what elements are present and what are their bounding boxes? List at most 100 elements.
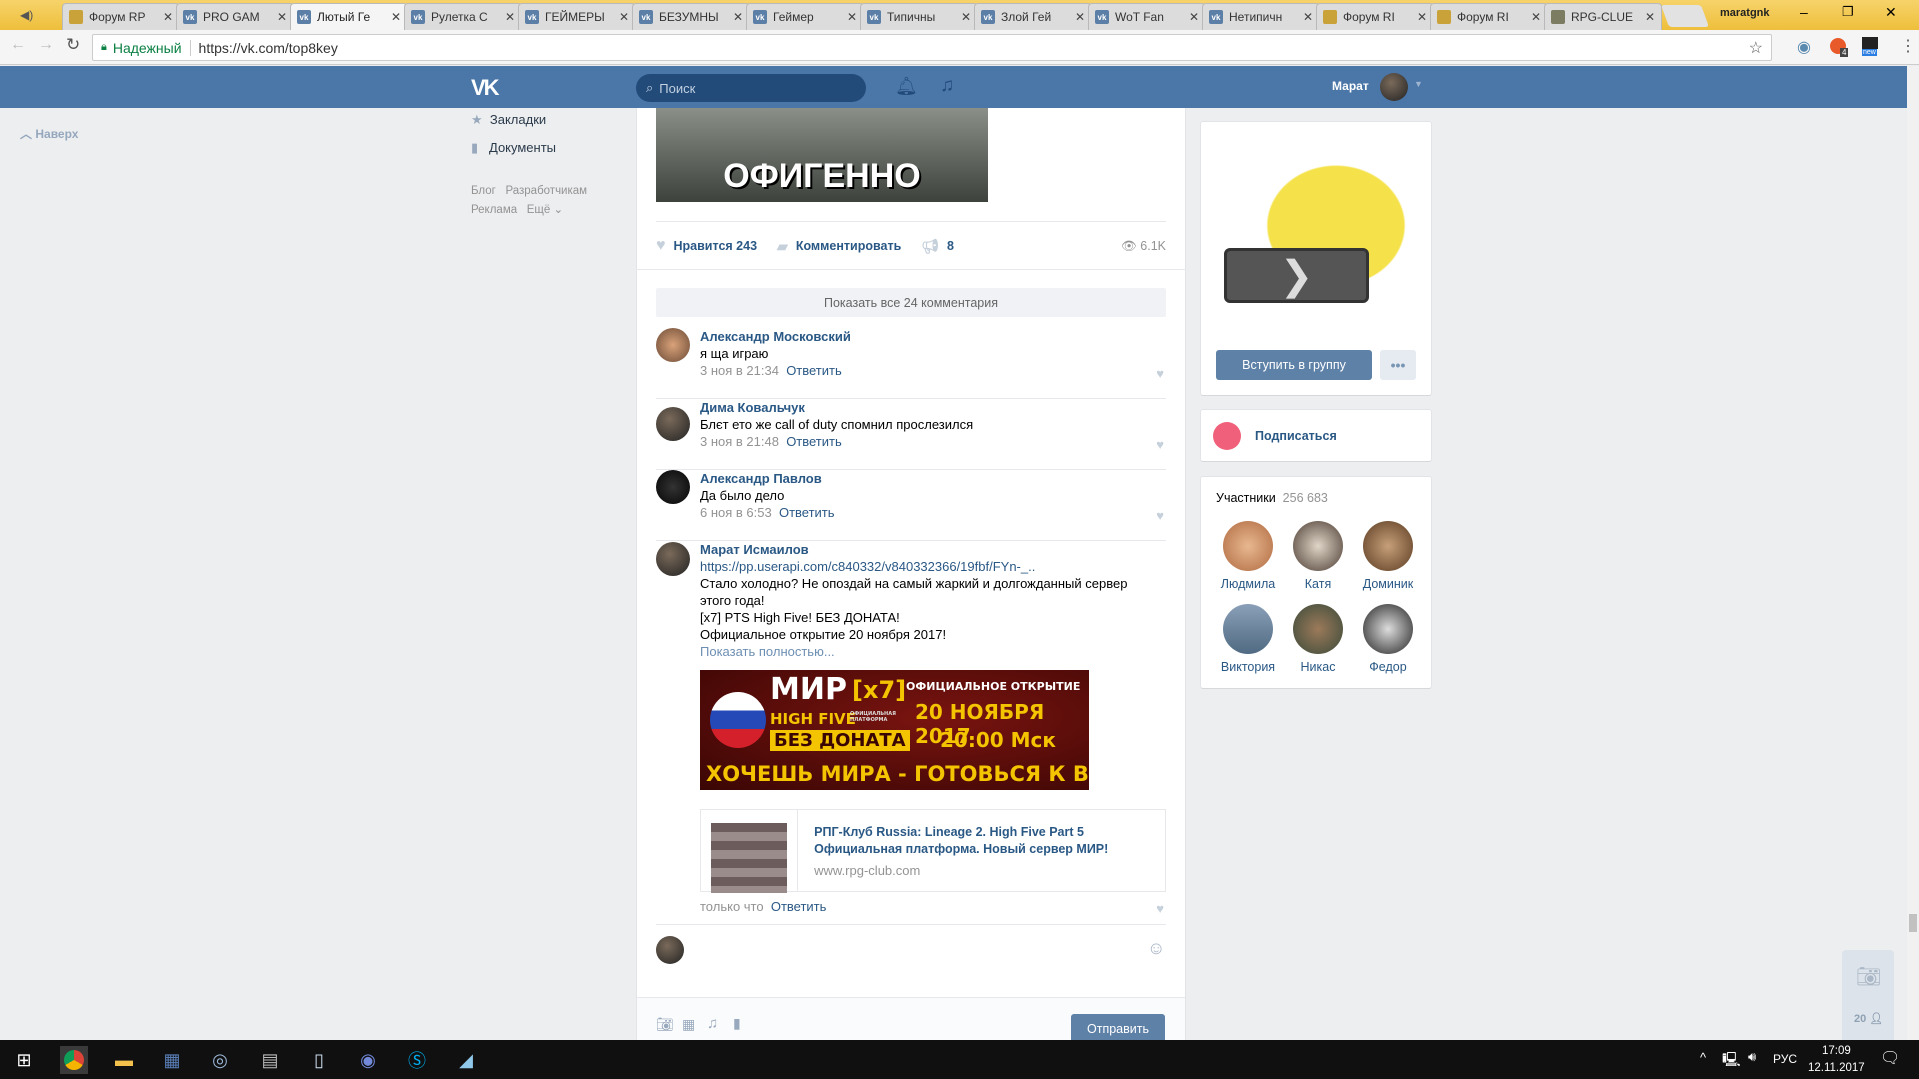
share-button[interactable]: 📢︎ 8 bbox=[921, 238, 954, 255]
browser-tab[interactable]: vk PRO GAM ✕ bbox=[176, 3, 294, 30]
reply-link[interactable]: Ответить bbox=[786, 363, 842, 378]
forward-icon[interactable]: → bbox=[38, 36, 54, 54]
url-text[interactable]: https://vk.com/top8key bbox=[199, 40, 338, 56]
comment-like-icon[interactable]: ♥ bbox=[1156, 508, 1164, 523]
network-icon[interactable]: 🖳︎ bbox=[1722, 1049, 1741, 1073]
browser-tab[interactable]: vk Злой Гей ✕ bbox=[974, 3, 1092, 30]
clock[interactable]: 17:09 12.11.2017 bbox=[1808, 1043, 1865, 1077]
browser-tab[interactable]: vk Рулетка С ✕ bbox=[404, 3, 522, 30]
browser-tab[interactable]: Форум RP ✕ bbox=[62, 3, 180, 30]
comment-author[interactable]: Александр Павлов bbox=[700, 470, 1166, 487]
comment-input[interactable] bbox=[700, 930, 1140, 990]
bookmark-star-icon[interactable]: ☆ bbox=[1749, 38, 1763, 58]
comment-avatar[interactable] bbox=[656, 407, 690, 441]
reply-link[interactable]: Ответить bbox=[786, 434, 842, 449]
music-icon[interactable]: ♫ bbox=[940, 75, 954, 97]
comment-avatar[interactable] bbox=[656, 328, 690, 362]
browser-tab[interactable]: Форум RI ✕ bbox=[1430, 3, 1548, 30]
tray-chevron-icon[interactable]: ^ bbox=[1700, 1050, 1706, 1065]
comment-author[interactable]: Дима Ковальчук bbox=[700, 399, 1166, 416]
camera-icon[interactable]: 📷︎ bbox=[656, 1016, 674, 1033]
comment-date[interactable]: только что bbox=[700, 899, 764, 914]
close-window-button[interactable]: ✕ bbox=[1885, 4, 1897, 21]
subscribe-card[interactable]: Подписаться bbox=[1201, 410, 1431, 461]
comment-button[interactable]: ▰ Комментировать bbox=[777, 238, 901, 255]
user-name[interactable]: Марат bbox=[1332, 79, 1369, 93]
back-icon[interactable]: ← bbox=[10, 36, 26, 54]
reply-link[interactable]: Ответить bbox=[771, 899, 827, 914]
browser-tab[interactable]: RPG-CLUE ✕ bbox=[1544, 3, 1662, 30]
member[interactable]: Виктория bbox=[1213, 604, 1283, 674]
tab-close-icon[interactable]: ✕ bbox=[1531, 10, 1541, 24]
tab-close-icon[interactable]: ✕ bbox=[733, 10, 743, 24]
link-card-title[interactable]: РПГ-Клуб Russia: Lineage 2. High Five Pa… bbox=[814, 824, 1149, 858]
footer-more[interactable]: Ещё bbox=[527, 204, 551, 216]
tab-close-icon[interactable]: ✕ bbox=[505, 10, 515, 24]
browser-tab[interactable]: Форум RI ✕ bbox=[1316, 3, 1434, 30]
back-to-top-link[interactable]: ︿ Наверх bbox=[20, 125, 78, 142]
tab-audio-icon[interactable]: ◀) bbox=[20, 8, 33, 22]
tab-close-icon[interactable]: ✕ bbox=[961, 10, 971, 24]
discord-icon[interactable]: ◉ bbox=[354, 1046, 382, 1074]
windows-start-icon[interactable]: ⊞ bbox=[10, 1046, 38, 1074]
volume-icon[interactable]: 🔊︎ bbox=[1748, 1049, 1756, 1065]
language-indicator[interactable]: РУС bbox=[1773, 1052, 1797, 1066]
comment-like-icon[interactable]: ♥ bbox=[1156, 901, 1164, 916]
comment-like-icon[interactable]: ♥ bbox=[1156, 437, 1164, 452]
app-icon[interactable]: ◢ bbox=[452, 1046, 480, 1074]
tab-close-icon[interactable]: ✕ bbox=[1303, 10, 1313, 24]
tab-close-icon[interactable]: ✕ bbox=[1417, 10, 1427, 24]
chevron-down-icon[interactable]: ▼ bbox=[1414, 79, 1423, 89]
member[interactable]: Людмила bbox=[1213, 521, 1283, 591]
member[interactable]: Доминик bbox=[1353, 521, 1423, 591]
reply-link[interactable]: Ответить bbox=[779, 505, 835, 520]
comment-author[interactable]: Марат Исмаилов bbox=[700, 541, 1150, 558]
menu-dots-icon[interactable]: ⋮ bbox=[1900, 36, 1916, 56]
group-avatar[interactable]: ❯ bbox=[1216, 140, 1416, 330]
tab-close-icon[interactable]: ✕ bbox=[619, 10, 629, 24]
minimize-button[interactable]: – bbox=[1800, 4, 1808, 20]
chrome-icon[interactable] bbox=[60, 1046, 88, 1074]
comment-avatar[interactable] bbox=[656, 470, 690, 504]
member[interactable]: Федор bbox=[1353, 604, 1423, 674]
steam-icon[interactable]: ◎ bbox=[206, 1046, 234, 1074]
comment-date[interactable]: 3 ноя в 21:48 bbox=[700, 434, 779, 449]
comment-avatar[interactable] bbox=[656, 542, 690, 576]
action-center-icon[interactable]: 🗨︎ bbox=[1880, 1048, 1900, 1068]
video-icon[interactable]: ▦ bbox=[682, 1016, 695, 1033]
link-card[interactable]: РПГ-Клуб Russia: Lineage 2. High Five Pa… bbox=[700, 809, 1166, 893]
user-avatar[interactable] bbox=[1380, 73, 1408, 101]
members-header[interactable]: Участники 256 683 bbox=[1216, 491, 1328, 505]
notifications-bell-icon[interactable]: 🔔︎ bbox=[895, 76, 918, 97]
reload-icon[interactable]: ↻ bbox=[66, 35, 80, 55]
skype-icon[interactable]: Ⓢ bbox=[403, 1046, 431, 1074]
chat-widget[interactable]: 📷︎ 20 👤︎ bbox=[1842, 950, 1894, 1040]
member[interactable]: Катя bbox=[1283, 521, 1353, 591]
comment-date[interactable]: 3 ноя в 21:34 bbox=[700, 363, 779, 378]
browser-tab[interactable]: vk Типичны ✕ bbox=[860, 3, 978, 30]
tab-close-icon[interactable]: ✕ bbox=[847, 10, 857, 24]
comment-date[interactable]: 6 ноя в 6:53 bbox=[700, 505, 772, 520]
vk-logo[interactable]: VK bbox=[471, 75, 500, 101]
like-button[interactable]: ♥ Нравится 243 bbox=[656, 237, 757, 255]
browser-tab[interactable]: vk Геймер ✕ bbox=[746, 3, 864, 30]
browser-tab[interactable]: vk WoT Fan ✕ bbox=[1088, 3, 1206, 30]
menu-item-documents[interactable]: ▮ Документы bbox=[471, 134, 556, 162]
comment-like-icon[interactable]: ♥ bbox=[1156, 366, 1164, 381]
tab-close-icon[interactable]: ✕ bbox=[163, 10, 173, 24]
app-icon[interactable]: ▤ bbox=[256, 1046, 284, 1074]
new-tab-button[interactable] bbox=[1660, 5, 1710, 27]
app-icon[interactable]: ▦ bbox=[158, 1046, 186, 1074]
document-icon[interactable]: ▮ bbox=[733, 1015, 741, 1032]
tab-close-icon[interactable]: ✕ bbox=[1189, 10, 1199, 24]
menu-item-bookmarks[interactable]: ★ Закладки bbox=[471, 106, 556, 134]
profile-name[interactable]: maratgnk bbox=[1720, 7, 1770, 19]
scrollbar[interactable] bbox=[1907, 66, 1919, 1040]
tab-close-icon[interactable]: ✕ bbox=[391, 10, 401, 24]
tab-close-icon[interactable]: ✕ bbox=[1645, 10, 1655, 24]
audio-icon[interactable]: ♫ bbox=[707, 1015, 718, 1032]
footer-blog[interactable]: Блог bbox=[471, 185, 496, 197]
footer-developers[interactable]: Разработчикам bbox=[505, 185, 587, 197]
scrollbar-thumb[interactable] bbox=[1909, 914, 1917, 932]
url-bar[interactable]: 🔒︎ Надежный https://vk.com/top8key ☆ bbox=[92, 34, 1772, 61]
